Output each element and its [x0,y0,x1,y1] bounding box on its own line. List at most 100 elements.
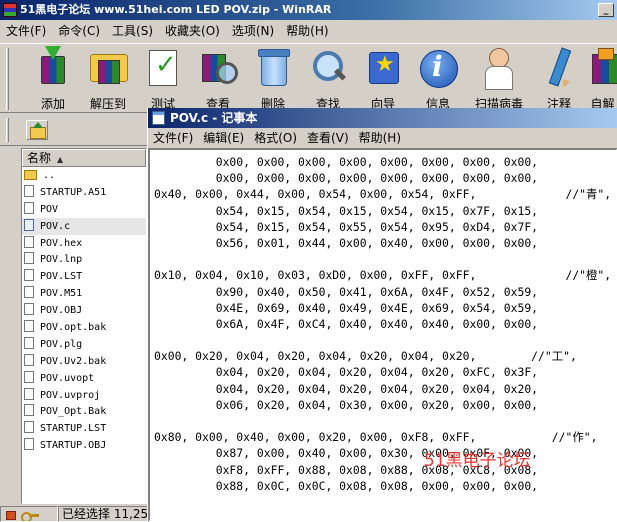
file-row[interactable]: POV [22,201,146,218]
np-menu-edit[interactable]: 编辑(E) [198,128,249,148]
code-line: 0x88, 0x0C, 0x0C, 0x08, 0x08, 0x00, 0x00… [154,478,539,493]
file-name: POV.uvproj [40,389,101,401]
file-row[interactable]: POV.uvproj [22,387,146,404]
file-row[interactable]: POV.uvopt [22,370,146,387]
menu-options[interactable]: 选项(N) [226,20,280,42]
file-row[interactable]: POV.plg [22,336,146,353]
file-icon [24,438,34,451]
file-name: .. [43,170,56,181]
notepad-icon [152,111,165,125]
file-row[interactable]: POV_Opt.Bak [22,403,146,420]
info-button[interactable]: 信息 [411,46,465,112]
code-line: 0x04, 0x20, 0x04, 0x20, 0x04, 0x20, 0xFC… [154,365,539,380]
virus-scan-button[interactable]: 扫描病毒 [472,46,526,112]
code-line: 0x10, 0x04, 0x10, 0x03, 0xD0, 0x00, 0xFF… [154,268,612,283]
sort-ascending-icon: ▲ [57,155,64,164]
virus-scan-icon [479,46,519,90]
code-line: 0x00, 0x00, 0x00, 0x00, 0x00, 0x00, 0x00… [154,155,539,169]
winrar-menubar: 文件(F) 命令(C) 工具(S) 收藏夹(O) 选项(N) 帮助(H) [0,20,617,42]
np-menu-view[interactable]: 查看(V) [302,128,354,148]
file-row[interactable]: STARTUP.OBJ [22,437,146,454]
file-name: STARTUP.LST [40,423,107,435]
file-icon [24,336,34,349]
up-folder-icon[interactable] [26,120,48,140]
menu-favorites[interactable]: 收藏夹(O) [159,20,226,42]
code-line: 0x90, 0x40, 0x50, 0x41, 0x6A, 0x4F, 0x52… [154,284,539,299]
file-icon [24,387,34,400]
file-row[interactable]: .. [22,167,146,184]
notepad-titlebar[interactable]: POV.c - 记事本 [148,108,617,128]
minimize-button[interactable]: _ [598,3,614,17]
key-icon[interactable] [21,510,39,521]
code-line: 0x80, 0x00, 0x40, 0x00, 0x20, 0x00, 0xF8… [154,430,598,445]
file-name: POV.opt.bak [40,322,107,334]
np-menu-file[interactable]: 文件(F) [148,128,198,148]
file-name: POV.lnp [40,254,83,266]
winrar-toolbar: 添加 解压到 测试 查看 删除 查找 向导 信息 [0,43,617,113]
code-line: 0x00, 0x00, 0x00, 0x00, 0x00, 0x00, 0x00… [154,171,539,186]
comment-button[interactable]: 注释 [532,46,586,112]
folder-up-icon [24,170,37,180]
name-column-label: 名称 [27,151,52,165]
file-name: POV_Opt.Bak [40,406,107,418]
file-name: STARTUP.OBJ [40,440,107,452]
file-icon [24,353,34,366]
info-icon [418,46,458,90]
code-line: 0x04, 0x20, 0x04, 0x20, 0x04, 0x20, 0x04… [154,381,539,396]
file-icon [24,269,34,282]
extract-to-button[interactable]: 解压到 [81,46,135,112]
code-line: 0xF8, 0xFF, 0x88, 0x08, 0x88, 0x08, 0xC8… [154,462,539,477]
file-row[interactable]: STARTUP.A51 [22,184,146,201]
menu-help[interactable]: 帮助(H) [280,20,334,42]
code-line: 0x6A, 0x4F, 0xC4, 0x40, 0x40, 0x40, 0x00… [154,316,539,331]
file-row[interactable]: POV.opt.bak [22,319,146,336]
file-row[interactable]: POV.LST [22,268,146,285]
file-name: POV [40,203,59,215]
menu-tools[interactable]: 工具(S) [106,20,159,42]
view-button[interactable]: 查看 [191,46,245,112]
winrar-titlebar[interactable]: 51黑电子论坛 www.51hei.com LED POV.zip - WinR… [0,0,617,20]
menu-file[interactable]: 文件(F) [0,20,52,42]
address-grip[interactable] [6,118,9,142]
file-row[interactable]: POV.c [22,217,146,235]
file-name: POV.hex [40,237,83,249]
add-label: 添加 [40,97,65,111]
comment-pen-icon [539,46,579,90]
wizard-button[interactable]: 向导 [356,46,410,112]
file-row[interactable]: POV.lnp [22,251,146,268]
code-text: 0x00, 0x00, 0x00, 0x00, 0x00, 0x00, 0x00… [154,154,611,494]
test-button[interactable]: 测试 [136,46,190,112]
notepad-title-text: POV.c - 记事本 [170,111,258,125]
file-row[interactable]: POV.M51 [22,285,146,302]
name-column-header[interactable]: 名称 ▲ [22,149,146,167]
file-list[interactable]: 名称 ▲ .. STARTUP.A51 POV POV.c POV.hex POV.lnp P… [21,148,147,504]
np-menu-help[interactable]: 帮助(H) [354,128,406,148]
file-row[interactable]: POV.hex [22,235,146,252]
toolbar-grip[interactable] [6,48,9,110]
file-icon [24,286,34,299]
file-row[interactable]: POV.Uv2.bak [22,353,146,370]
lock-icon[interactable] [6,511,16,520]
file-name: POV.OBJ [40,305,83,317]
wizard-icon [363,46,403,90]
code-line: 0x54, 0x15, 0x54, 0x15, 0x54, 0x15, 0x7F… [154,203,539,218]
sfx-button[interactable]: 自解 [588,46,617,112]
code-line: 0x00, 0x20, 0x04, 0x20, 0x04, 0x20, 0x04… [154,349,577,364]
extract-folder-icon [88,46,128,90]
find-button[interactable]: 查找 [301,46,355,112]
code-line: 0x06, 0x20, 0x04, 0x30, 0x00, 0x20, 0x00… [154,397,539,412]
watermark-text: 51黑电子论坛 [424,451,531,471]
file-row[interactable]: POV.OBJ [22,302,146,319]
add-archive-icon [33,46,73,90]
code-line: 0x56, 0x01, 0x44, 0x00, 0x40, 0x00, 0x00… [154,235,539,250]
menu-commands[interactable]: 命令(C) [52,20,106,42]
notepad-text-area[interactable]: 0x00, 0x00, 0x00, 0x00, 0x00, 0x00, 0x00… [148,148,617,522]
delete-button[interactable]: 删除 [246,46,300,112]
file-row[interactable]: STARTUP.LST [22,420,146,437]
code-line: 0x40, 0x00, 0x44, 0x00, 0x54, 0x00, 0x54… [154,187,612,202]
file-name: POV.Uv2.bak [40,355,107,367]
add-button[interactable]: 添加 [26,46,80,112]
np-menu-format[interactable]: 格式(O) [249,128,302,148]
